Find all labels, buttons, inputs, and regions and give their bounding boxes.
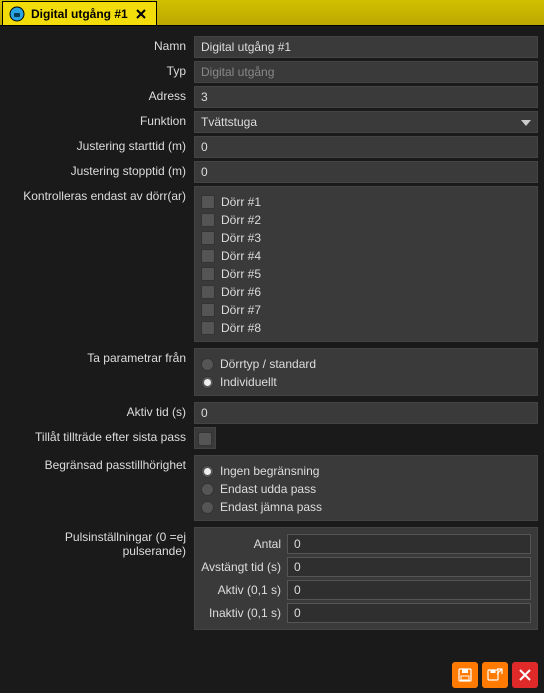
door-label: Dörr #7 [221, 303, 261, 317]
label-allow-after-last: Tillåt tillträde efter sista pass [6, 427, 194, 444]
door-checkbox[interactable] [201, 195, 215, 209]
params-radio-label: Individuellt [220, 375, 277, 389]
pulse-off-input[interactable] [287, 557, 531, 577]
door-label: Dörr #3 [221, 231, 261, 245]
function-value: Tvättstuga [201, 112, 257, 132]
door-checkbox[interactable] [201, 213, 215, 227]
door-checkbox-row: Dörr #1 [201, 193, 531, 211]
door-checkbox-row: Dörr #3 [201, 229, 531, 247]
function-select[interactable]: Tvättstuga [194, 111, 538, 133]
close-icon[interactable] [134, 7, 148, 21]
limited-pass-radio[interactable] [201, 483, 214, 496]
label-adj-start: Justering starttid (m) [6, 136, 194, 153]
door-label: Dörr #2 [221, 213, 261, 227]
params-radio-row: Dörrtyp / standard [201, 355, 531, 373]
limited-pass-radio-label: Endast jämna pass [220, 500, 322, 514]
params-radio[interactable] [201, 376, 214, 389]
active-time-input[interactable] [194, 402, 538, 424]
door-checkbox-row: Dörr #8 [201, 319, 531, 337]
action-footer [452, 662, 538, 688]
door-checkbox[interactable] [201, 231, 215, 245]
door-checkbox-row: Dörr #5 [201, 265, 531, 283]
door-checkbox-row: Dörr #2 [201, 211, 531, 229]
cancel-button[interactable] [512, 662, 538, 688]
door-checkbox-row: Dörr #4 [201, 247, 531, 265]
limited-pass-radio-row: Endast jämna pass [201, 498, 531, 516]
params-from-group: Dörrtyp / standard Individuellt [194, 348, 538, 396]
address-input[interactable] [194, 86, 538, 108]
type-field: Digital utgång [194, 61, 538, 83]
door-checkbox[interactable] [201, 321, 215, 335]
doors-group: Dörr #1 Dörr #2 Dörr #3 Dörr #4 Dörr #5 Dörr … [194, 186, 538, 342]
label-params-from: Ta parametrar från [6, 348, 194, 365]
label-controlled-by: Kontrolleras endast av dörr(ar) [6, 186, 194, 203]
label-pulse-active: Aktiv (0,1 s) [201, 583, 287, 597]
params-radio[interactable] [201, 358, 214, 371]
door-checkbox[interactable] [201, 303, 215, 317]
door-checkbox-row: Dörr #6 [201, 283, 531, 301]
label-function: Funktion [6, 111, 194, 128]
label-pulse-count: Antal [201, 537, 287, 551]
limited-pass-radio-label: Endast udda pass [220, 482, 316, 496]
limited-pass-radio-row: Ingen begränsning [201, 462, 531, 480]
door-label: Dörr #8 [221, 321, 261, 335]
door-label: Dörr #4 [221, 249, 261, 263]
params-radio-row: Individuellt [201, 373, 531, 391]
save-close-button[interactable] [482, 662, 508, 688]
label-name: Namn [6, 36, 194, 53]
limited-pass-group: Ingen begränsning Endast udda pass Endast … [194, 455, 538, 521]
name-input[interactable] [194, 36, 538, 58]
pulse-inactive-input[interactable] [287, 603, 531, 623]
allow-after-last-checkbox[interactable] [198, 432, 212, 446]
pulse-active-input[interactable] [287, 580, 531, 600]
allow-after-last-container [194, 427, 216, 449]
door-label: Dörr #6 [221, 285, 261, 299]
pulse-group: Antal Avstängt tid (s) Aktiv (0,1 s) Ina… [194, 527, 538, 630]
label-type: Typ [6, 61, 194, 78]
door-checkbox[interactable] [201, 249, 215, 263]
app-icon [9, 6, 25, 22]
limited-pass-radio[interactable] [201, 501, 214, 514]
label-pulse-settings: Pulsinställningar (0 =ej pulserande) [6, 527, 194, 558]
params-radio-label: Dörrtyp / standard [220, 357, 316, 371]
label-address: Adress [6, 86, 194, 103]
limited-pass-radio-row: Endast udda pass [201, 480, 531, 498]
door-checkbox[interactable] [201, 285, 215, 299]
limited-pass-radio-label: Ingen begränsning [220, 464, 319, 478]
label-adj-stop: Justering stopptid (m) [6, 161, 194, 178]
save-button[interactable] [452, 662, 478, 688]
label-active-time: Aktiv tid (s) [6, 402, 194, 419]
adj-stop-input[interactable] [194, 161, 538, 183]
form-content: Namn Typ Digital utgång Adress Funktion … [0, 26, 544, 639]
label-limited-pass: Begränsad passtillhörighet [6, 455, 194, 472]
door-label: Dörr #5 [221, 267, 261, 281]
tab-bar: Digital utgång #1 [0, 0, 544, 26]
tab-title: Digital utgång #1 [31, 7, 128, 21]
tab-active[interactable]: Digital utgång #1 [2, 1, 157, 25]
limited-pass-radio[interactable] [201, 465, 214, 478]
chevron-down-icon [521, 112, 531, 132]
pulse-count-input[interactable] [287, 534, 531, 554]
door-checkbox[interactable] [201, 267, 215, 281]
door-label: Dörr #1 [221, 195, 261, 209]
door-checkbox-row: Dörr #7 [201, 301, 531, 319]
adj-start-input[interactable] [194, 136, 538, 158]
label-pulse-inactive: Inaktiv (0,1 s) [201, 606, 287, 620]
label-pulse-off: Avstängt tid (s) [201, 560, 287, 574]
